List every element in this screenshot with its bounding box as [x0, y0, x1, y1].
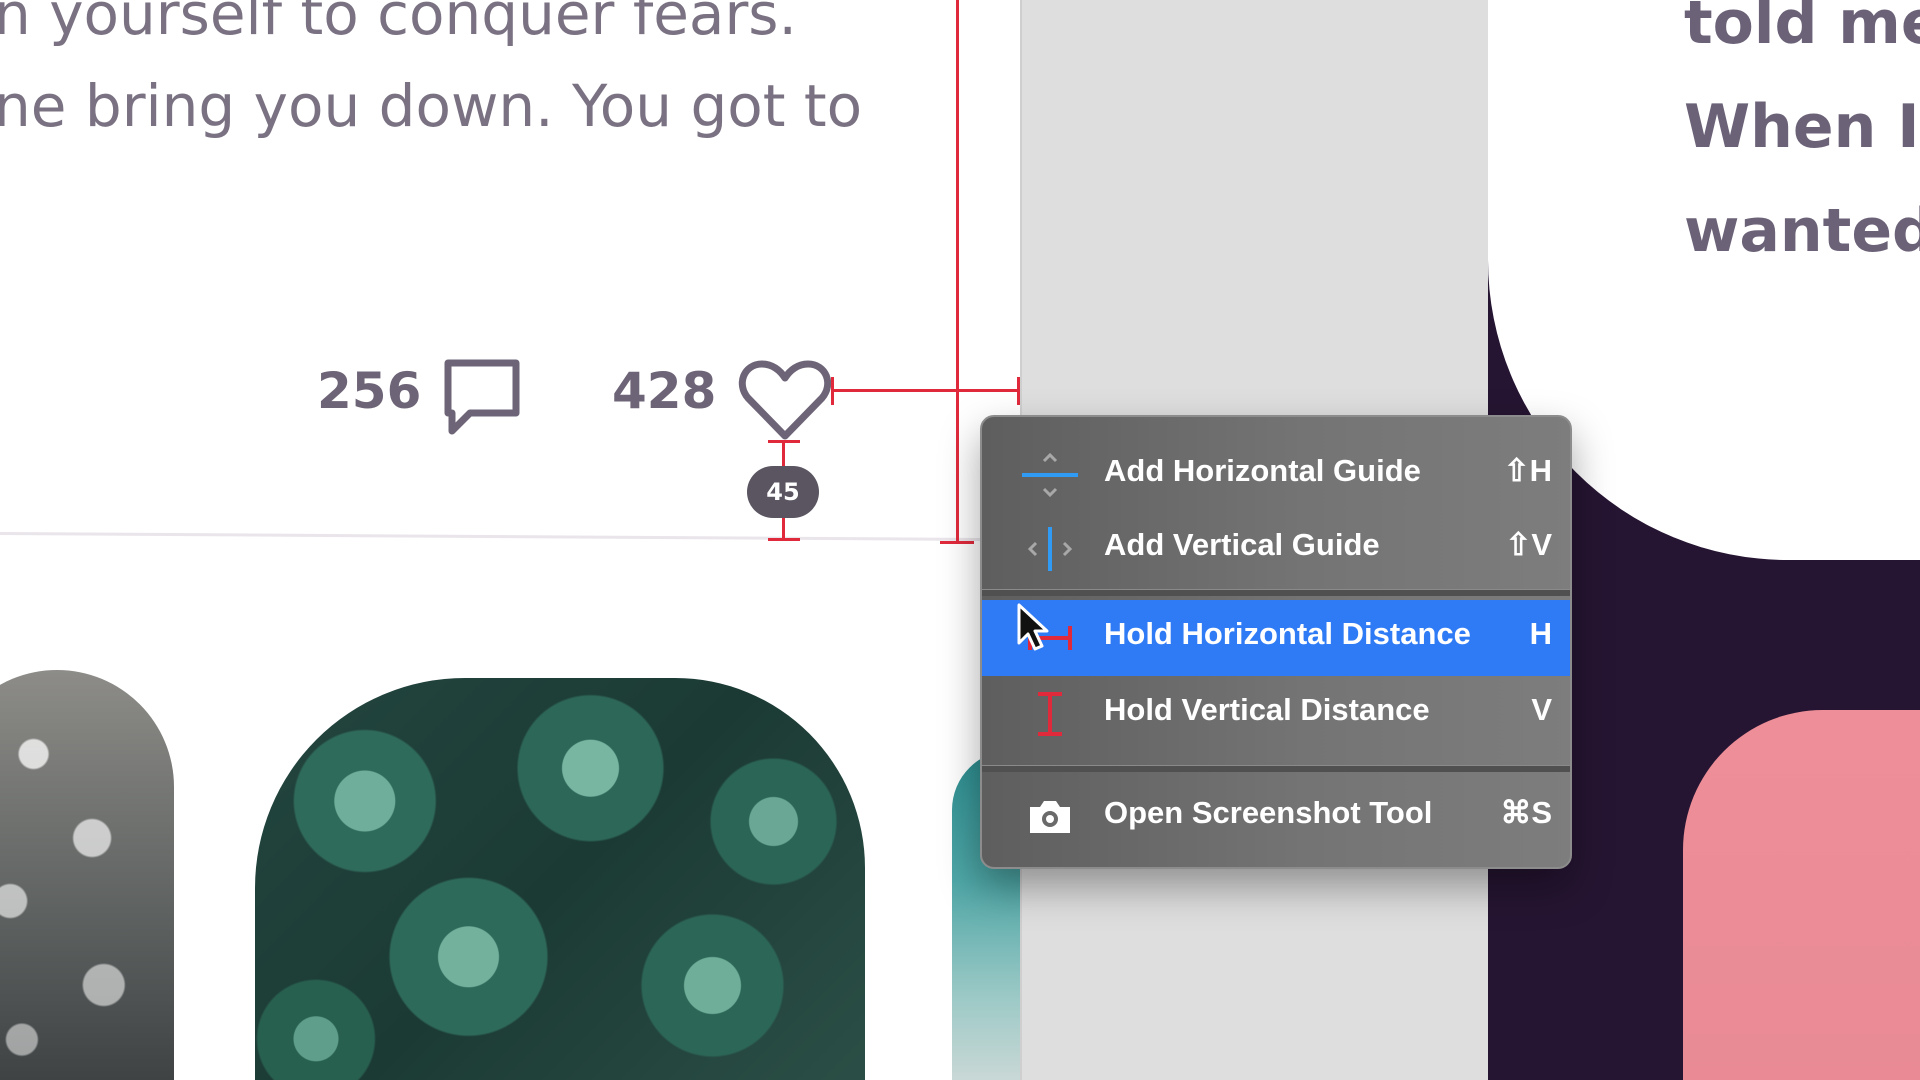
menu-item-label: Open Screenshot Tool [1104, 795, 1433, 830]
bokeh-photo [0, 670, 174, 1080]
heart-icon[interactable] [738, 358, 832, 442]
vertical-distance-icon [1038, 692, 1062, 736]
post-quote-line-1: n yourself to conquer fears. [0, 0, 797, 48]
comment-icon[interactable] [440, 357, 524, 439]
menu-item-shortcut: H [1529, 616, 1552, 651]
menu-item-add-vertical-guide[interactable]: Add Vertical Guide ⇧V [982, 511, 1570, 587]
measure-gap-cap-bottom [768, 538, 800, 541]
side-text-line-3: wanted [1684, 196, 1920, 266]
mouse-cursor-icon [1017, 603, 1049, 651]
measure-gap-cap-top [768, 440, 800, 443]
measure-horizontal-cap-left [831, 377, 834, 405]
menu-item-label: Add Vertical Guide [1104, 527, 1380, 562]
like-count: 428 [612, 362, 717, 420]
comment-count: 256 [317, 362, 422, 420]
menu-item-hold-vertical-distance[interactable]: Hold Vertical Distance V [982, 676, 1570, 752]
measure-vertical-line [956, 0, 959, 544]
horizontal-guide-icon [1022, 452, 1078, 498]
menu-item-hold-horizontal-distance[interactable]: Hold Horizontal Distance H [982, 600, 1570, 676]
menu-separator [982, 765, 1570, 772]
camera-icon [1030, 801, 1070, 833]
side-text-line-1: told me [1684, 0, 1920, 58]
menu-item-shortcut: ⇧H [1503, 453, 1552, 488]
menu-item-shortcut: ⌘S [1500, 795, 1552, 830]
menu-item-label: Add Horizontal Guide [1104, 453, 1421, 488]
measure-horizontal-line [832, 389, 1018, 392]
post-card: n yourself to conquer fears. ne bring yo… [0, 0, 1020, 1080]
menu-item-open-screenshot-tool[interactable]: Open Screenshot Tool ⌘S [982, 779, 1570, 855]
menu-item-label: Hold Horizontal Distance [1104, 616, 1471, 651]
context-menu: Add Horizontal Guide ⇧H Add Vertical Gui… [980, 415, 1572, 869]
menu-item-add-horizontal-guide[interactable]: Add Horizontal Guide ⇧H [982, 437, 1570, 513]
pink-card [1683, 710, 1920, 1080]
post-divider [0, 532, 1020, 542]
side-text-line-2: When I [1684, 92, 1920, 162]
menu-item-label: Hold Vertical Distance [1104, 692, 1430, 727]
measure-vertical-cap [940, 541, 974, 544]
post-quote-line-2: ne bring you down. You got to [0, 72, 863, 140]
measure-horizontal-cap-right [1017, 377, 1020, 405]
distance-badge: 45 [747, 466, 819, 518]
succulent-photo [255, 678, 865, 1080]
menu-item-shortcut: V [1531, 692, 1552, 727]
menu-separator [982, 589, 1570, 596]
vertical-guide-icon [1027, 527, 1073, 571]
menu-item-shortcut: ⇧V [1505, 527, 1552, 562]
